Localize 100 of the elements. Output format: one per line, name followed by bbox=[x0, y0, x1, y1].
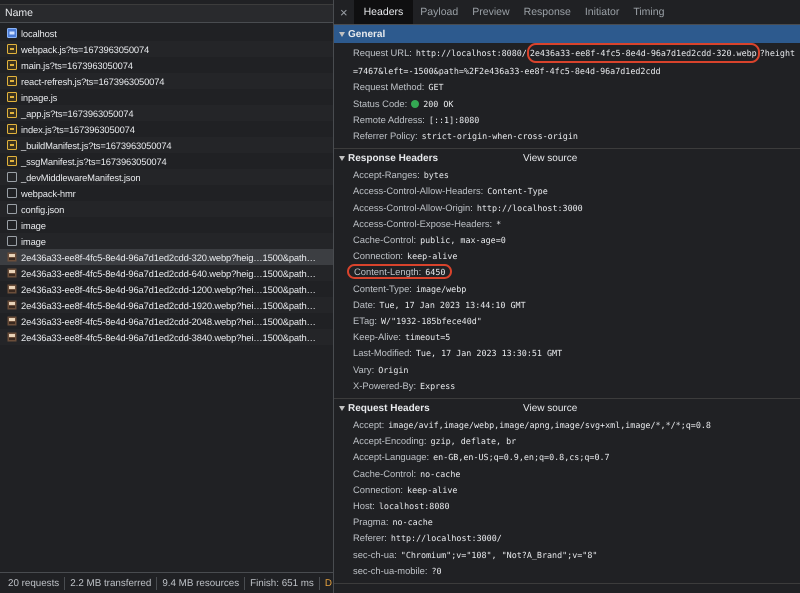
request-row[interactable]: localhost bbox=[0, 25, 333, 41]
request-row[interactable]: main.js?ts=1673963050074 bbox=[0, 57, 333, 73]
view-source-link[interactable]: View source bbox=[523, 152, 578, 164]
document-icon bbox=[7, 28, 17, 38]
script-file-icon bbox=[7, 92, 17, 102]
header-name: Last-Modified: bbox=[353, 347, 412, 358]
header-name: Keep-Alive: bbox=[353, 331, 401, 342]
header-value: Tue, 17 Jan 2023 13:44:10 GMT bbox=[379, 298, 526, 312]
request-name: _ssgManifest.js?ts=1673963050074 bbox=[21, 156, 167, 166]
tab[interactable]: Preview bbox=[465, 0, 517, 24]
request-name: react-refresh.js?ts=1673963050074 bbox=[21, 76, 164, 86]
header-value: * bbox=[496, 218, 502, 231]
request-name: image bbox=[21, 236, 46, 246]
header-name: Status Code: bbox=[353, 98, 408, 109]
header-value: 2e436a33-ee8f-4fc5-8e4d-96a7d1ed2cdd-320.webp bbox=[526, 43, 760, 64]
header-value: no-cache bbox=[392, 516, 433, 530]
request-row[interactable]: 2e436a33-ee8f-4fc5-8e4d-96a7d1ed2cdd-320.webp?heig…1500&path… bbox=[0, 249, 333, 265]
request-name: 2e436a33-ee8f-4fc5-8e4d-96a7d1ed2cdd-1920.webp?hei…1500&path… bbox=[21, 300, 316, 310]
request-row[interactable]: config.json bbox=[0, 201, 333, 217]
header-value: GET bbox=[428, 81, 444, 94]
request-name: 2e436a33-ee8f-4fc5-8e4d-96a7d1ed2cdd-640.webp?heig…1500&path… bbox=[21, 268, 316, 278]
image-file-icon bbox=[7, 284, 17, 294]
header-value: localhost:8080 bbox=[378, 500, 450, 514]
request-row[interactable]: 2e436a33-ee8f-4fc5-8e4d-96a7d1ed2cdd-2048.webp?hei…1500&path… bbox=[0, 313, 333, 329]
header-name: Request Method: bbox=[353, 81, 424, 92]
request-row[interactable]: react-refresh.js?ts=1673963050074 bbox=[0, 73, 333, 89]
header-name: sec-ch-ua: bbox=[353, 548, 397, 560]
request-name: webpack.js?ts=1673963050074 bbox=[21, 44, 150, 54]
header-name: X-Powered-By: bbox=[353, 380, 416, 391]
request-name: main.js?ts=1673963050074 bbox=[21, 60, 133, 70]
request-row[interactable]: image bbox=[0, 217, 333, 233]
column-header[interactable]: Name bbox=[0, 5, 333, 23]
request-name: 2e436a33-ee8f-4fc5-8e4d-96a7d1ed2cdd-3840.webp?hei…1500&path… bbox=[21, 332, 316, 342]
image-file-icon bbox=[7, 252, 17, 262]
header-value: =7467&left=-1500&path=%2F2e436a33-ee8f-4fc5-8e4d-96a7d1ed2cdd bbox=[353, 65, 661, 78]
request-row[interactable]: _app.js?ts=1673963050074 bbox=[0, 105, 333, 121]
header-value: http://localhost:3000 bbox=[476, 202, 583, 215]
view-source-link[interactable]: View source bbox=[523, 402, 578, 414]
tab[interactable]: Response bbox=[516, 0, 578, 24]
request-row[interactable]: 2e436a33-ee8f-4fc5-8e4d-96a7d1ed2cdd-1920.webp?hei…1500&path… bbox=[0, 297, 333, 313]
tab[interactable]: Initiator bbox=[578, 0, 626, 24]
script-file-icon bbox=[7, 108, 17, 118]
section-header[interactable]: Request Headers View source bbox=[334, 399, 800, 418]
header-value: 6450 bbox=[425, 266, 446, 280]
header-name: Accept-Language: bbox=[353, 451, 430, 462]
request-row[interactable]: _devMiddlewareManifest.json bbox=[0, 169, 333, 185]
header-value: [::1]:8080 bbox=[428, 114, 480, 127]
header-name: Accept: bbox=[353, 419, 384, 430]
request-row[interactable]: 2e436a33-ee8f-4fc5-8e4d-96a7d1ed2cdd-3840.webp?hei…1500&path… bbox=[0, 329, 333, 345]
image-file-icon bbox=[7, 316, 17, 326]
request-name: _devMiddlewareManifest.json bbox=[21, 172, 140, 182]
header-name: Vary: bbox=[353, 364, 374, 375]
header-value: "Chromium";v="108", "Not?A_Brand";v="8" bbox=[400, 548, 598, 562]
header-name: Access-Control-Allow-Origin: bbox=[353, 202, 473, 213]
header-name: Content-Type: bbox=[353, 282, 412, 294]
request-row[interactable]: webpack-hmr bbox=[0, 185, 333, 201]
header-value: en-GB,en-US;q=0.9,en;q=0.8,cs;q=0.7 bbox=[433, 451, 610, 464]
tab[interactable]: Timing bbox=[626, 0, 672, 24]
header-name: Remote Address: bbox=[353, 114, 425, 125]
header-name: sec-ch-ua-mobile: bbox=[353, 564, 428, 576]
header-value: Content-Type bbox=[487, 185, 548, 198]
header-name: Content-Length: bbox=[354, 266, 422, 278]
request-row[interactable]: image bbox=[0, 233, 333, 249]
header-name: Cache-Control: bbox=[353, 468, 416, 479]
tab[interactable]: Payload bbox=[413, 0, 466, 24]
header-value: ?0 bbox=[432, 564, 442, 578]
request-row[interactable]: index.js?ts=1673963050074 bbox=[0, 121, 333, 137]
header-name: Access-Control-Expose-Headers: bbox=[353, 218, 492, 229]
header-value: http://localhost:8080/ bbox=[416, 47, 527, 60]
request-row[interactable]: inpage.js bbox=[0, 89, 333, 105]
script-file-icon bbox=[7, 76, 17, 86]
request-name: config.json bbox=[21, 204, 64, 214]
header-value: timeout=5 bbox=[404, 331, 450, 344]
close-button[interactable]: × bbox=[334, 0, 354, 24]
request-row[interactable]: _ssgManifest.js?ts=1673963050074 bbox=[0, 153, 333, 169]
header-value: http://localhost:3000/ bbox=[390, 532, 502, 546]
header-value: gzip, deflate, br bbox=[430, 435, 516, 448]
section-header[interactable]: Response Headers View source bbox=[334, 149, 800, 168]
request-name: image bbox=[21, 220, 46, 230]
header-name: ETag: bbox=[353, 315, 377, 326]
header-value: image/avif,image/webp,image/apng,image/svg+xml,image/*,*/*;q=0.8 bbox=[388, 419, 711, 432]
script-file-icon bbox=[7, 44, 17, 54]
header-name: Host: bbox=[353, 500, 375, 512]
header-value: ?height bbox=[760, 47, 796, 60]
script-file-icon bbox=[7, 140, 17, 150]
script-file-icon bbox=[7, 124, 17, 134]
script-file-icon bbox=[7, 156, 17, 166]
header-value: keep-alive bbox=[407, 484, 458, 497]
header-value: public, max-age=0 bbox=[420, 234, 506, 248]
request-name: 2e436a33-ee8f-4fc5-8e4d-96a7d1ed2cdd-320.webp?heig…1500&path… bbox=[21, 252, 316, 262]
request-row[interactable]: 2e436a33-ee8f-4fc5-8e4d-96a7d1ed2cdd-640.webp?heig…1500&path… bbox=[0, 265, 333, 281]
header-name: Request URL: bbox=[353, 47, 412, 58]
tab[interactable]: Headers bbox=[354, 0, 414, 24]
section-header[interactable]: General bbox=[334, 25, 800, 43]
request-row[interactable]: _buildManifest.js?ts=1673963050074 bbox=[0, 137, 333, 153]
request-row[interactable]: 2e436a33-ee8f-4fc5-8e4d-96a7d1ed2cdd-1200.webp?hei…1500&path… bbox=[0, 281, 333, 297]
status-text: D bbox=[324, 578, 332, 588]
request-row[interactable]: webpack.js?ts=1673963050074 bbox=[0, 41, 333, 57]
script-file-icon bbox=[7, 60, 17, 70]
header-name: Referrer Policy: bbox=[353, 130, 418, 142]
